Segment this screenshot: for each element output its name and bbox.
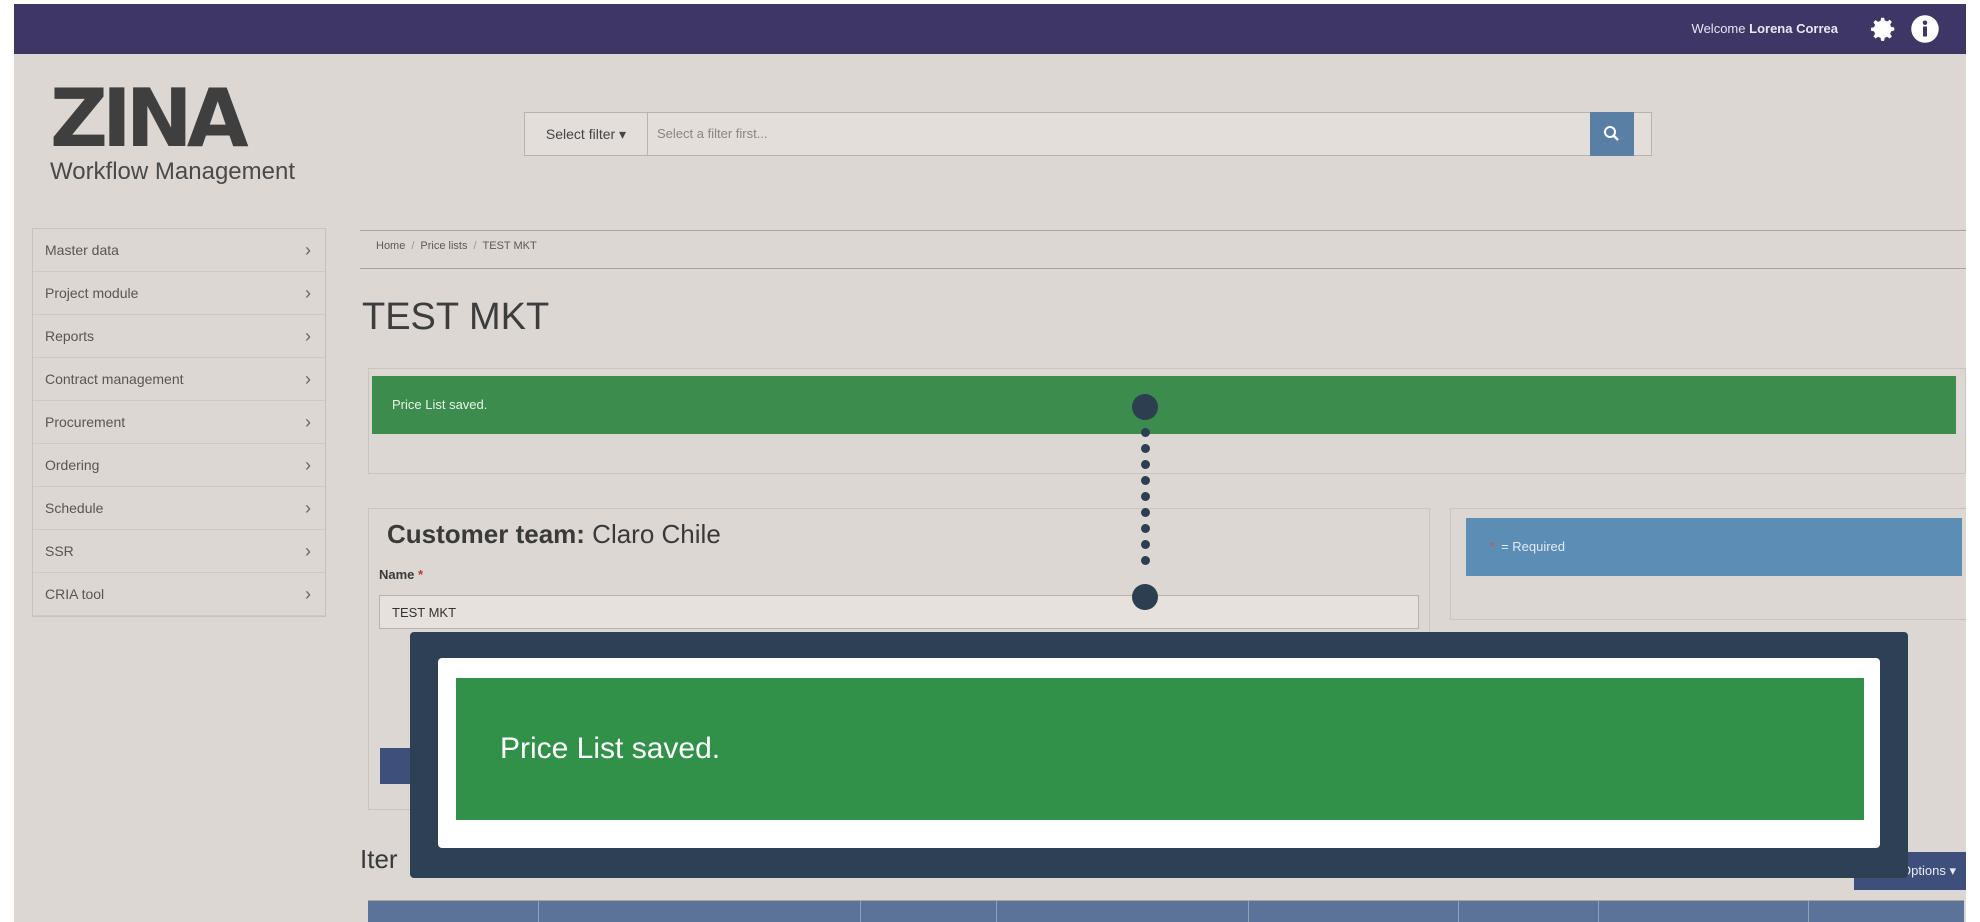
app-frame: Welcome Lorena Correa ZINA Workflow Mana…: [14, 4, 1966, 922]
chevron-right-icon: ›: [305, 283, 311, 303]
required-star: *: [1490, 539, 1496, 554]
logo-subtitle: Workflow Management: [50, 158, 295, 185]
customer-team-heading: Customer team: Claro Chile: [387, 519, 721, 550]
callout-connector-dot: [1141, 492, 1150, 501]
breadcrumb: Home / Price lists / TEST MKT: [376, 240, 537, 252]
callout-connector-dot: [1141, 540, 1150, 549]
callout-connector-dot: [1141, 524, 1150, 533]
column-divider: [1808, 901, 1809, 922]
required-text: = Required: [1501, 539, 1566, 554]
user-name[interactable]: Lorena Correa: [1749, 21, 1838, 36]
sidebar-item-project-module[interactable]: Project module ›: [33, 272, 325, 315]
top-bar: Welcome Lorena Correa: [14, 4, 1966, 54]
callout-connector-dot: [1141, 444, 1150, 453]
welcome-label: Welcome: [1691, 21, 1746, 36]
required-note: * = Required: [1466, 518, 1962, 576]
sidebar-item-label: Contract management: [45, 371, 184, 387]
filter-bar: Select filter ▾ Select a filter first...: [524, 112, 1652, 156]
select-filter-button[interactable]: Select filter ▾: [525, 113, 648, 155]
filter-input[interactable]: Select a filter first...: [657, 113, 1557, 155]
success-alert: Price List saved.: [372, 376, 1956, 434]
breadcrumb-price-lists[interactable]: Price lists: [420, 240, 467, 252]
customer-team-value: Claro Chile: [592, 519, 721, 549]
callout-connector-dot: [1141, 508, 1150, 517]
sidebar-item-contract-management[interactable]: Contract management ›: [33, 358, 325, 401]
callout-card: Price List saved.: [438, 658, 1880, 848]
breadcrumb-home[interactable]: Home: [376, 240, 405, 252]
sidebar-item-label: Master data: [45, 242, 119, 258]
items-table-header: [368, 900, 1964, 922]
sidebar-item-label: Reports: [45, 328, 95, 344]
name-label: Name *: [379, 567, 423, 582]
welcome-text: Welcome Lorena Correa: [1692, 21, 1838, 36]
callout-success-message: Price List saved.: [456, 678, 1864, 820]
chevron-right-icon: ›: [305, 326, 311, 346]
logo-brand: ZINA: [50, 72, 249, 165]
required-marker: *: [418, 567, 424, 582]
sidebar-item-cria-tool[interactable]: CRIA tool ›: [33, 573, 325, 616]
page-title: TEST MKT: [362, 296, 550, 338]
chevron-right-icon: ›: [305, 498, 311, 518]
sidebar-item-label: SSR: [45, 543, 74, 559]
column-divider: [538, 901, 539, 922]
sidebar: Master data › Project module › Reports › Co…: [32, 228, 326, 617]
callout-connector-dot: [1141, 460, 1150, 469]
callout-anchor-dot: [1132, 394, 1158, 420]
column-divider: [860, 901, 861, 922]
sidebar-item-label: Ordering: [45, 457, 100, 473]
sidebar-item-label: Project module: [45, 285, 139, 301]
callout-connector-dot: [1141, 476, 1150, 485]
callout-connector-dot: [1141, 428, 1150, 437]
info-icon[interactable]: [1910, 14, 1940, 44]
logo[interactable]: ZINA Workflow Management: [50, 72, 295, 186]
breadcrumb-current: TEST MKT: [482, 240, 537, 252]
chevron-right-icon: ›: [305, 455, 311, 475]
divider: [360, 230, 1966, 231]
search-button[interactable]: [1590, 112, 1634, 156]
callout-overlay: Price List saved.: [410, 632, 1908, 878]
callout-connector-dot: [1141, 556, 1150, 565]
name-input[interactable]: TEST MKT: [379, 595, 1419, 629]
items-title: Iter: [360, 844, 398, 874]
column-divider: [1248, 901, 1249, 922]
callout-end-dot: [1132, 584, 1158, 610]
sidebar-item-label: Procurement: [45, 414, 126, 430]
column-divider: [996, 901, 997, 922]
sidebar-item-schedule[interactable]: Schedule ›: [33, 487, 325, 530]
sidebar-item-reports[interactable]: Reports ›: [33, 315, 325, 358]
customer-team-label: Customer team:: [387, 519, 585, 549]
sidebar-item-label: Schedule: [45, 500, 104, 516]
sidebar-item-master-data[interactable]: Master data ›: [33, 229, 325, 272]
chevron-right-icon: ›: [305, 541, 311, 561]
chevron-right-icon: ›: [305, 240, 311, 260]
column-divider: [1598, 901, 1599, 922]
add-button[interactable]: [380, 748, 410, 784]
search-icon: [1604, 126, 1619, 141]
chevron-right-icon: ›: [305, 584, 311, 604]
divider: [360, 268, 1966, 269]
gear-icon[interactable]: [1868, 14, 1898, 44]
chevron-right-icon: ›: [305, 412, 311, 432]
sidebar-item-label: CRIA tool: [45, 586, 105, 602]
sidebar-item-ordering[interactable]: Ordering ›: [33, 444, 325, 487]
name-label-text: Name: [379, 567, 415, 582]
sidebar-item-ssr[interactable]: SSR ›: [33, 530, 325, 573]
sidebar-item-procurement[interactable]: Procurement ›: [33, 401, 325, 444]
chevron-right-icon: ›: [305, 369, 311, 389]
column-divider: [1458, 901, 1459, 922]
